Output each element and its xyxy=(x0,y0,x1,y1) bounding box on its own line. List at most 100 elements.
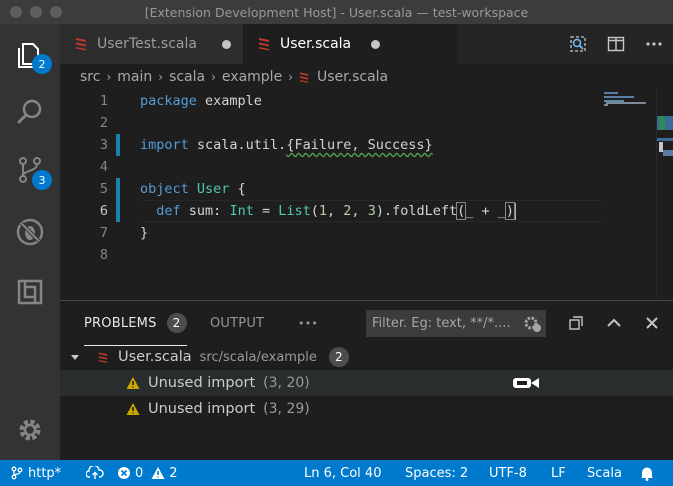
tab-problems[interactable]: PROBLEMS 2 xyxy=(84,301,187,346)
title-bar: [Extension Development Host] - User.scal… xyxy=(0,0,673,24)
sync-status[interactable] xyxy=(86,460,108,486)
type-name: List xyxy=(278,203,311,219)
debug-activity[interactable] xyxy=(10,212,50,252)
problem-location: (3, 29) xyxy=(263,401,310,417)
language-status[interactable]: Scala xyxy=(587,460,622,486)
git-branch-icon xyxy=(11,466,23,480)
problem-location: (3, 20) xyxy=(263,375,310,391)
collapse-all-icon xyxy=(569,316,583,330)
tab-usertest-scala[interactable]: UserTest.scala xyxy=(60,24,243,64)
window-controls[interactable] xyxy=(10,6,62,18)
breadcrumb-item[interactable]: example xyxy=(222,69,282,85)
more-icon: ••• xyxy=(298,317,319,330)
breadcrumb-item[interactable]: scala xyxy=(169,69,205,85)
type-name: Int xyxy=(229,203,254,219)
text-cursor xyxy=(514,202,516,220)
tab-label: PROBLEMS xyxy=(84,315,157,331)
line-number: 6 xyxy=(99,203,108,219)
close-window-button[interactable] xyxy=(10,6,22,18)
tab-output[interactable]: OUTPUT xyxy=(210,301,264,346)
code-line: 5 object User { xyxy=(60,178,660,200)
file-path: src/scala/example xyxy=(199,349,317,365)
more-actions-button[interactable] xyxy=(635,24,673,64)
split-editor-button[interactable] xyxy=(597,24,635,64)
indentation-status[interactable]: Spaces: 2 xyxy=(405,460,468,486)
number-literal: 1 xyxy=(318,203,328,219)
status-bar: http* 0 2 Ln 6, Col 40 Spaces: 2 UTF-8 L… xyxy=(0,460,673,486)
chevron-right-icon: › xyxy=(211,70,216,84)
code-text: } xyxy=(140,225,149,241)
code-text: example xyxy=(196,93,262,109)
line-number: 2 xyxy=(99,115,108,131)
branch-name: http* xyxy=(28,465,62,481)
notifications-button[interactable] xyxy=(640,460,658,486)
cursor-position-status[interactable]: Ln 6, Col 40 xyxy=(304,460,381,486)
code-text: = xyxy=(253,203,279,219)
code-editor[interactable]: 1 package example 2 3 import scala.util.… xyxy=(60,90,660,286)
explorer-activity[interactable]: 2 xyxy=(10,34,52,74)
minimap[interactable] xyxy=(604,90,656,298)
extensions-activity[interactable] xyxy=(10,272,50,312)
problems-filter-input[interactable]: Filter. Eg: text, **/*.... xyxy=(366,310,546,337)
activity-bar: 2 3 xyxy=(0,24,60,460)
collapse-all-button[interactable] xyxy=(564,311,588,335)
warning-icon xyxy=(126,403,140,415)
breadcrumb-item[interactable]: src xyxy=(80,69,100,85)
tab-label: UserTest.scala xyxy=(97,36,197,52)
line-number: 4 xyxy=(99,159,108,175)
zoom-window-button[interactable] xyxy=(50,6,62,18)
unsaved-dot-icon[interactable] xyxy=(222,40,231,49)
problems-status[interactable]: 0 2 xyxy=(117,460,178,486)
bell-icon xyxy=(641,467,653,481)
quick-fix-icon[interactable] xyxy=(512,376,540,390)
source-control-activity[interactable]: 3 xyxy=(10,150,52,190)
code-text: , xyxy=(351,203,368,219)
warning-icon xyxy=(126,377,140,389)
number-literal: 3 xyxy=(367,203,376,219)
open-preview-button[interactable] xyxy=(559,24,597,64)
problems-file-row[interactable]: User.scala src/scala/example 2 xyxy=(60,344,673,370)
code-line: 8 xyxy=(60,244,660,266)
code-line: 7 } xyxy=(60,222,660,244)
scala-file-icon xyxy=(98,352,108,363)
editor-scrollbar[interactable] xyxy=(656,90,673,298)
chevron-up-icon xyxy=(607,318,621,327)
code-text: scala.util. xyxy=(188,137,287,153)
maximize-panel-button[interactable] xyxy=(602,311,626,335)
problem-item[interactable]: Unused import (3, 20) xyxy=(60,370,673,396)
filter-settings-icon xyxy=(524,316,541,332)
warning-squiggle-text: {Failure, Success} xyxy=(286,137,433,153)
chevron-right-icon: › xyxy=(288,70,293,84)
eol-status[interactable]: LF xyxy=(551,460,566,486)
file-name: User.scala xyxy=(118,349,192,365)
problem-message: Unused import xyxy=(148,401,256,417)
branch-status[interactable]: http* xyxy=(10,460,61,486)
scala-file-icon xyxy=(299,72,309,83)
search-activity[interactable] xyxy=(10,92,50,132)
close-panel-button[interactable] xyxy=(640,311,664,335)
problem-item[interactable]: Unused import (3, 29) xyxy=(60,396,673,422)
tab-label: OUTPUT xyxy=(210,316,265,331)
matching-bracket: ) xyxy=(504,202,516,220)
minimize-window-button[interactable] xyxy=(30,6,42,18)
code-text: sum: xyxy=(180,203,230,219)
chevron-down-icon xyxy=(71,355,79,360)
code-text: , xyxy=(327,203,344,219)
tab-user-scala[interactable]: User.scala xyxy=(243,24,457,64)
unsaved-dot-icon[interactable] xyxy=(371,40,380,49)
line-number: 3 xyxy=(99,137,108,153)
line-number: 8 xyxy=(99,247,108,263)
search-icon xyxy=(17,99,42,124)
manage-activity[interactable] xyxy=(10,410,50,450)
problem-message: Unused import xyxy=(148,375,256,391)
gear-icon xyxy=(19,419,41,441)
breadcrumb-item[interactable]: User.scala xyxy=(317,69,388,85)
warning-icon xyxy=(151,467,165,479)
encoding-status[interactable]: UTF-8 xyxy=(489,460,527,486)
file-problems-count: 2 xyxy=(328,347,349,367)
split-editor-icon xyxy=(607,36,625,52)
panel-more-button[interactable]: ••• xyxy=(298,301,318,346)
code-line-current: 6 def sum: Int = List(1, 2, 3).foldLeft(… xyxy=(60,200,660,222)
problems-count-badge: 2 xyxy=(166,313,187,333)
breadcrumb-item[interactable]: main xyxy=(117,69,152,85)
